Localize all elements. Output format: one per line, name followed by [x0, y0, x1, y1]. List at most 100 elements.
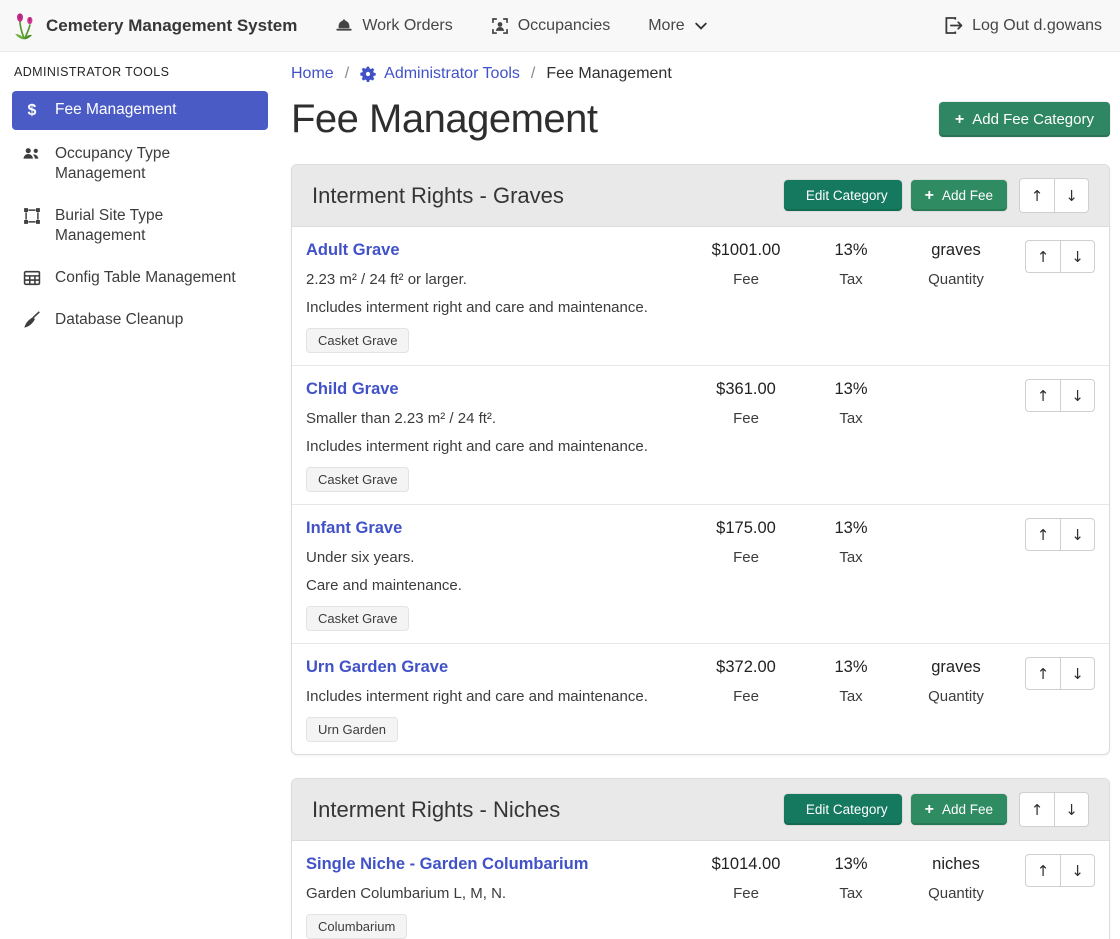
- fee-type-badge: Urn Garden: [306, 717, 398, 742]
- sidebar-item-occupancy-type-management[interactable]: Occupancy Type Management: [12, 136, 268, 192]
- broom-icon: [22, 311, 42, 329]
- fee-category-card: Interment Rights - Niches Edit Category …: [291, 778, 1110, 939]
- fee-amount-label: Fee: [691, 548, 801, 567]
- breadcrumb-separator: /: [345, 65, 349, 83]
- move-category-up-button[interactable]: ↑: [1019, 178, 1054, 213]
- add-fee-button[interactable]: + Add Fee: [911, 794, 1007, 825]
- fee-description: Care and maintenance.: [306, 576, 681, 595]
- fee-reorder-group: ↑ ↓: [1025, 240, 1095, 273]
- fee-quantity-unit: graves: [901, 657, 1011, 678]
- fee-description: Under six years.: [306, 548, 681, 567]
- move-fee-up-button[interactable]: ↑: [1025, 854, 1060, 887]
- fee-tax-label: Tax: [801, 409, 901, 428]
- app-brand: Cemetery Management System: [12, 12, 297, 40]
- fee-row: Urn Garden Grave Includes interment righ…: [292, 644, 1109, 754]
- fee-amount-label: Fee: [691, 409, 801, 428]
- fee-category-title: Interment Rights - Niches: [312, 797, 560, 823]
- move-fee-up-button[interactable]: ↑: [1025, 518, 1060, 551]
- fee-type-badge: Columbarium: [306, 914, 407, 939]
- breadcrumb-separator: /: [531, 65, 535, 83]
- fee-name-link[interactable]: Single Niche - Garden Columbarium: [306, 854, 588, 875]
- hard-hat-icon: [335, 17, 353, 35]
- move-fee-down-button[interactable]: ↓: [1060, 379, 1095, 412]
- fee-category-header: Interment Rights - Niches Edit Category …: [292, 779, 1109, 841]
- sidebar-item-label: Fee Management: [55, 100, 177, 120]
- fee-quantity-label: Quantity: [901, 687, 1011, 706]
- top-navbar: Cemetery Management System Work Orders O…: [0, 0, 1120, 52]
- edit-category-button[interactable]: Edit Category: [784, 794, 902, 825]
- plus-icon: +: [955, 114, 964, 126]
- move-fee-down-button[interactable]: ↓: [1060, 240, 1095, 273]
- fee-category-card: Interment Rights - Graves Edit Category …: [291, 164, 1110, 755]
- fee-amount: $361.00: [691, 379, 801, 400]
- logout-button[interactable]: Log Out d.gowans: [944, 16, 1102, 35]
- breadcrumb-home-link[interactable]: Home: [291, 65, 334, 83]
- logout-label: Log Out d.gowans: [972, 17, 1102, 35]
- sidebar-item-config-table-management[interactable]: Config Table Management: [12, 260, 268, 296]
- breadcrumb-admin-tools-link[interactable]: Administrator Tools: [360, 65, 520, 83]
- move-fee-down-button[interactable]: ↓: [1060, 657, 1095, 690]
- fee-description: 2.23 m² / 24 ft² or larger.: [306, 270, 681, 289]
- breadcrumb: Home / Administrator Tools / Fee Managem…: [291, 65, 1110, 83]
- fee-type-badge: Casket Grave: [306, 606, 409, 631]
- fee-tax-label: Tax: [801, 270, 901, 289]
- add-fee-button[interactable]: + Add Fee: [911, 180, 1007, 211]
- fee-quantity-unit: graves: [901, 240, 1011, 261]
- nav-item-occupancies[interactable]: Occupancies: [491, 17, 611, 35]
- fee-amount: $175.00: [691, 518, 801, 539]
- sidebar-item-label: Burial Site Type Management: [55, 206, 258, 246]
- fee-quantity-unit: niches: [901, 854, 1011, 875]
- fee-tax: 13%: [801, 240, 901, 261]
- fee-amount: $1001.00: [691, 240, 801, 261]
- fee-name-link[interactable]: Child Grave: [306, 379, 399, 400]
- move-category-down-button[interactable]: ↓: [1054, 178, 1089, 213]
- move-fee-down-button[interactable]: ↓: [1060, 854, 1095, 887]
- add-fee-category-label: Add Fee Category: [972, 111, 1094, 128]
- fee-amount: $372.00: [691, 657, 801, 678]
- sidebar-item-label: Database Cleanup: [55, 310, 183, 330]
- table-icon: [22, 269, 42, 287]
- fee-tax: 13%: [801, 657, 901, 678]
- sidebar-item-burial-site-type-management[interactable]: Burial Site Type Management: [12, 198, 268, 254]
- move-category-down-button[interactable]: ↓: [1054, 792, 1089, 827]
- edit-category-label: Edit Category: [806, 188, 888, 203]
- fee-amount-label: Fee: [691, 687, 801, 706]
- tulip-logo-icon: [12, 12, 37, 40]
- app-title: Cemetery Management System: [46, 16, 297, 36]
- move-fee-up-button[interactable]: ↑: [1025, 379, 1060, 412]
- sidebar-item-database-cleanup[interactable]: Database Cleanup: [12, 302, 268, 338]
- fee-quantity-label: Quantity: [901, 884, 1011, 903]
- nav-item-label: More: [648, 17, 684, 35]
- sidebar-item-label: Config Table Management: [55, 268, 236, 288]
- add-fee-category-button[interactable]: + Add Fee Category: [939, 102, 1110, 137]
- logout-icon: [944, 16, 963, 35]
- fee-description: Garden Columbarium L, M, N.: [306, 884, 681, 903]
- fee-tax: 13%: [801, 379, 901, 400]
- nav-item-more[interactable]: More: [648, 17, 707, 35]
- fee-type-badge: Casket Grave: [306, 467, 409, 492]
- fee-description: Includes interment right and care and ma…: [306, 298, 681, 317]
- gear-icon: [360, 66, 376, 82]
- fee-reorder-group: ↑ ↓: [1025, 657, 1095, 690]
- fee-name-link[interactable]: Urn Garden Grave: [306, 657, 448, 678]
- edit-category-button[interactable]: Edit Category: [784, 180, 902, 211]
- breadcrumb-admin-tools-label: Administrator Tools: [384, 65, 520, 83]
- move-fee-up-button[interactable]: ↑: [1025, 240, 1060, 273]
- move-fee-down-button[interactable]: ↓: [1060, 518, 1095, 551]
- fee-reorder-group: ↑ ↓: [1025, 854, 1095, 887]
- move-category-up-button[interactable]: ↑: [1019, 792, 1054, 827]
- fee-tax-label: Tax: [801, 548, 901, 567]
- fee-name-link[interactable]: Infant Grave: [306, 518, 402, 539]
- category-reorder-group: ↑ ↓: [1019, 792, 1089, 827]
- fee-description: Smaller than 2.23 m² / 24 ft².: [306, 409, 681, 428]
- fee-reorder-group: ↑ ↓: [1025, 379, 1095, 412]
- move-fee-up-button[interactable]: ↑: [1025, 657, 1060, 690]
- nav-item-work-orders[interactable]: Work Orders: [335, 17, 452, 35]
- fee-name-link[interactable]: Adult Grave: [306, 240, 400, 261]
- category-reorder-group: ↑ ↓: [1019, 178, 1089, 213]
- plus-icon: +: [925, 190, 934, 202]
- page-title: Fee Management: [291, 97, 598, 142]
- sidebar-item-fee-management[interactable]: $ Fee Management: [12, 91, 268, 130]
- chevron-down-icon: [694, 19, 708, 33]
- main-nav: Work Orders Occupancies More: [335, 17, 707, 35]
